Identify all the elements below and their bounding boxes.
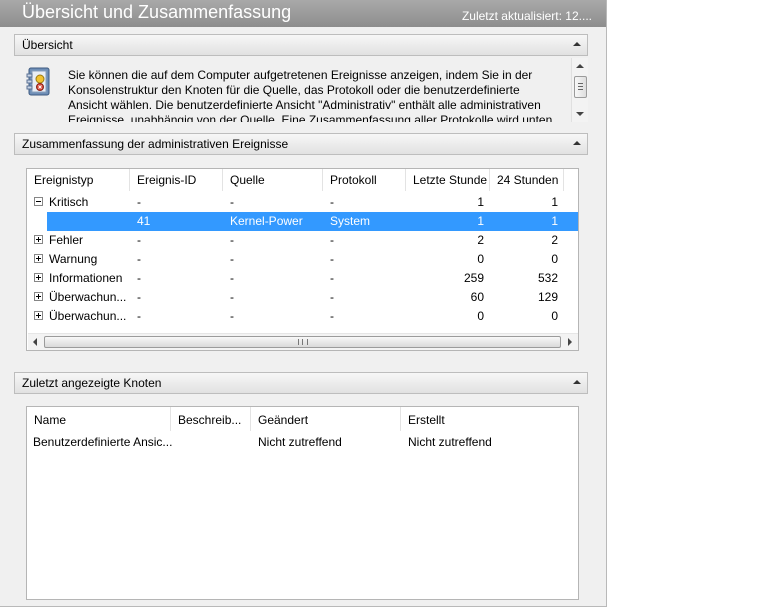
column-header-event-type[interactable]: Ereignistyp: [27, 169, 130, 191]
scroll-down-icon[interactable]: [576, 112, 584, 116]
event-type-cell: Kritisch: [49, 195, 89, 209]
expand-row-icon[interactable]: [34, 254, 43, 263]
horizontal-scrollbar[interactable]: [28, 333, 578, 350]
column-header-event-id[interactable]: Ereignis-ID: [130, 169, 223, 191]
overview-section-header[interactable]: Übersicht: [14, 34, 588, 56]
column-header-description[interactable]: Beschreib...: [171, 407, 251, 431]
scroll-up-icon[interactable]: [576, 64, 584, 68]
last-hour-cell: 0: [477, 309, 484, 323]
event-type-cell: Fehler: [49, 233, 84, 247]
scroll-left-icon[interactable]: [33, 338, 37, 346]
collapse-icon[interactable]: [573, 42, 581, 46]
event-id-cell: -: [137, 271, 141, 285]
day-cell: 532: [537, 271, 558, 285]
source-cell: -: [230, 195, 234, 209]
source-cell: -: [230, 252, 234, 266]
created-cell: Nicht zutreffend: [408, 435, 492, 449]
event-viewer-icon: [26, 66, 52, 98]
source-cell: Kernel-Power: [230, 214, 303, 228]
overview-summary-pane: Übersicht und Zusammenfassung Zuletzt ak…: [0, 0, 607, 607]
page-header: Übersicht und Zusammenfassung Zuletzt ak…: [0, 0, 606, 27]
source-cell: -: [230, 233, 234, 247]
column-header-last-hour[interactable]: Letzte Stunde: [406, 169, 490, 191]
log-cell: System: [330, 214, 371, 228]
log-cell: -: [330, 233, 334, 247]
last-hour-cell: 60: [470, 290, 484, 304]
column-header-modified[interactable]: Geändert: [251, 407, 401, 431]
log-cell: -: [330, 271, 334, 285]
event-id-cell: -: [137, 309, 141, 323]
event-id-cell: 41: [137, 214, 151, 228]
table-row[interactable]: Fehler - - - 2 2: [27, 231, 578, 250]
log-cell: -: [330, 195, 334, 209]
table-row[interactable]: Überwachun... - - - 60 129: [27, 288, 578, 307]
column-header-24-hours[interactable]: 24 Stunden: [490, 169, 564, 191]
collapse-icon[interactable]: [573, 380, 581, 384]
collapse-row-icon[interactable]: [34, 197, 43, 206]
column-header-created[interactable]: Erstellt: [401, 407, 578, 431]
table-row[interactable]: Informationen - - - 259 532: [27, 269, 578, 288]
column-header-source[interactable]: Quelle: [223, 169, 323, 191]
scroll-thumb[interactable]: [44, 336, 561, 348]
day-cell: 1: [551, 214, 558, 228]
column-header-log[interactable]: Protokoll: [323, 169, 406, 191]
name-cell: Benutzerdefinierte Ansic...: [33, 435, 173, 449]
scroll-thumb[interactable]: [574, 76, 587, 98]
overview-heading: Übersicht: [22, 38, 73, 52]
event-type-cell: Überwachun...: [49, 309, 127, 323]
scroll-right-icon[interactable]: [568, 338, 572, 346]
event-id-cell: -: [137, 233, 141, 247]
recent-nodes-table: Name Beschreib... Geändert Erstellt Benu…: [26, 406, 579, 600]
summary-section-header[interactable]: Zusammenfassung der administrativen Erei…: [14, 133, 588, 155]
expand-row-icon[interactable]: [34, 235, 43, 244]
day-cell: 0: [551, 309, 558, 323]
table-row[interactable]: Überwachun... - - - 0 0: [27, 307, 578, 326]
recent-nodes-section-header[interactable]: Zuletzt angezeigte Knoten: [14, 372, 588, 394]
last-updated-text: Zuletzt aktualisiert: 12....: [461, 9, 592, 23]
column-header-name[interactable]: Name: [27, 407, 171, 431]
event-id-cell: -: [137, 195, 141, 209]
summary-heading: Zusammenfassung der administrativen Erei…: [22, 137, 289, 151]
log-cell: -: [330, 309, 334, 323]
table-row[interactable]: Benutzerdefinierte Ansic... Nicht zutref…: [27, 433, 578, 452]
expand-row-icon[interactable]: [34, 292, 43, 301]
event-type-cell: Überwachun...: [49, 290, 127, 304]
event-type-cell: Informationen: [49, 271, 123, 285]
last-hour-cell: 1: [477, 195, 484, 209]
summary-table: Ereignistyp Ereignis-ID Quelle Protokoll…: [26, 168, 579, 351]
table-row[interactable]: Warnung - - - 0 0: [27, 250, 578, 269]
last-hour-cell: 2: [477, 233, 484, 247]
expand-row-icon[interactable]: [34, 311, 43, 320]
log-cell: -: [330, 252, 334, 266]
page-title: Übersicht und Zusammenfassung: [22, 2, 292, 22]
source-cell: -: [230, 290, 234, 304]
table-row[interactable]: Kritisch - - - 1 1: [27, 193, 578, 212]
modified-cell: Nicht zutreffend: [258, 435, 342, 449]
log-cell: -: [330, 290, 334, 304]
overview-panel: Sie können die auf dem Computer aufgetre…: [14, 58, 588, 122]
recent-nodes-heading: Zuletzt angezeigte Knoten: [22, 376, 162, 390]
overview-scrollbar[interactable]: [571, 58, 588, 122]
day-cell: 2: [551, 233, 558, 247]
overview-description: Sie können die auf dem Computer aufgetre…: [68, 68, 553, 122]
event-id-cell: -: [137, 290, 141, 304]
last-hour-cell: 0: [477, 252, 484, 266]
last-hour-cell: 259: [463, 271, 484, 285]
day-cell: 1: [551, 195, 558, 209]
day-cell: 0: [551, 252, 558, 266]
table-row-selected[interactable]: 41 Kernel-Power System 1 1: [47, 212, 578, 231]
source-cell: -: [230, 309, 234, 323]
collapse-icon[interactable]: [573, 141, 581, 145]
expand-row-icon[interactable]: [34, 273, 43, 282]
day-cell: 129: [537, 290, 558, 304]
last-hour-cell: 1: [477, 214, 484, 228]
event-type-cell: Warnung: [49, 252, 98, 266]
source-cell: -: [230, 271, 234, 285]
event-id-cell: -: [137, 252, 141, 266]
